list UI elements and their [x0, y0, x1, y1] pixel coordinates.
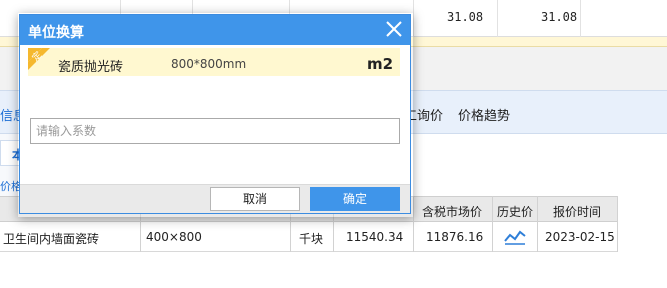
column-divider: [617, 196, 618, 252]
cell-price-ex-tax: 11540.34: [346, 230, 404, 244]
coefficient-input[interactable]: [30, 118, 400, 144]
top-row-value: 31.08: [541, 10, 578, 24]
material-spec: 800*800mm: [171, 57, 247, 71]
column-divider: [492, 196, 493, 252]
column-divider: [537, 196, 538, 252]
fixed-ribbon-badge: 定: [28, 48, 52, 72]
confirm-button[interactable]: 确定: [310, 187, 400, 211]
top-row-value: 31.08: [447, 10, 484, 24]
dialog-title: 单位换算: [28, 25, 84, 41]
cancel-button[interactable]: 取消: [210, 187, 300, 211]
cell-price-inc-tax: 11876.16: [426, 230, 484, 244]
column-divider: [413, 196, 414, 252]
cell-unit: 千块: [299, 232, 324, 246]
trend-chart-icon[interactable]: [504, 227, 526, 245]
close-icon[interactable]: [383, 18, 405, 40]
column-divider: [497, 0, 498, 37]
material-unit: m2: [367, 55, 394, 73]
material-name: 瓷质抛光砖: [58, 60, 124, 75]
column-divider: [580, 0, 581, 37]
cell-quote-date: 2023-02-15: [545, 230, 615, 244]
cell-spec: 400×800: [146, 230, 202, 244]
header-history-price: 历史价: [497, 205, 534, 219]
header-price-inc-tax: 含税市场价: [422, 205, 483, 219]
header-quote-date: 报价时间: [553, 205, 602, 219]
cell-material-name: 卫生间内墙面瓷砖: [3, 232, 100, 246]
tab-price-trend[interactable]: 价格趋势: [458, 105, 510, 124]
column-divider: [413, 0, 414, 37]
